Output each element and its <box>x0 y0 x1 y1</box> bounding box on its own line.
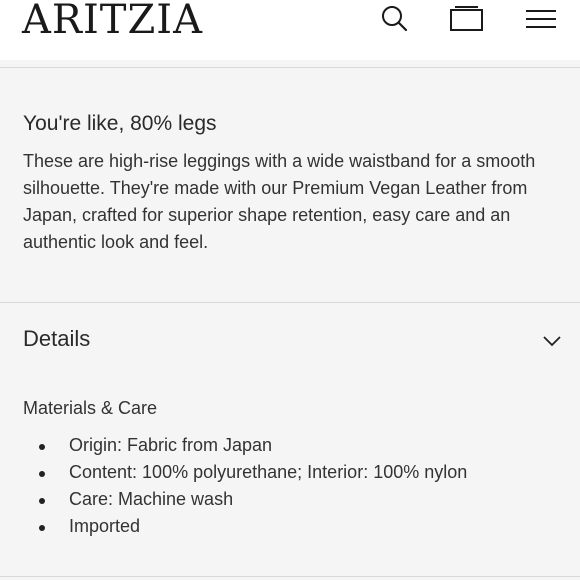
details-title: Details <box>23 326 91 351</box>
product-tagline: You're like, 80% legs <box>23 112 217 135</box>
list-item-text: Care: Machine wash <box>69 489 234 509</box>
section-divider <box>0 67 580 68</box>
bullet-icon <box>39 471 45 477</box>
list-item: Care: Machine wash <box>36 486 467 513</box>
list-item-text: Content: 100% polyurethane; Interior: 10… <box>69 462 468 482</box>
list-item-text: Imported <box>69 516 141 536</box>
shopping-bag-icon[interactable] <box>449 4 485 34</box>
bullet-icon <box>39 444 45 450</box>
product-description: These are high-rise leggings with a wide… <box>23 151 536 252</box>
details-accordion-header[interactable]: Details <box>0 304 580 380</box>
site-header: ARITZIA <box>0 0 580 60</box>
list-item: Origin: Fabric from Japan <box>36 432 467 459</box>
section-divider <box>0 302 580 303</box>
search-icon[interactable] <box>380 4 410 34</box>
materials-care-heading: Materials & Care <box>23 398 158 418</box>
list-item-text: Origin: Fabric from Japan <box>69 435 273 455</box>
bullet-icon <box>39 525 45 531</box>
list-item: Content: 100% polyurethane; Interior: 10… <box>36 459 467 486</box>
brand-logo[interactable]: ARITZIA <box>22 0 203 42</box>
chevron-down-icon[interactable] <box>542 334 562 353</box>
section-divider <box>0 576 580 577</box>
materials-care-list: Origin: Fabric from Japan Content: 100% … <box>36 432 467 540</box>
list-item: Imported <box>36 513 467 540</box>
menu-icon[interactable] <box>524 4 558 34</box>
bullet-icon <box>39 498 45 504</box>
